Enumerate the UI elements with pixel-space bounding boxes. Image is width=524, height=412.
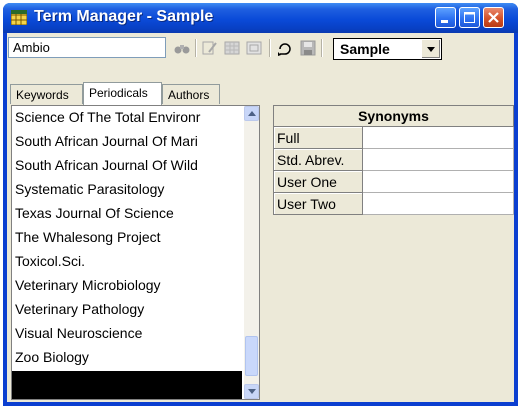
- scroll-up-button[interactable]: [244, 106, 259, 121]
- list-item[interactable]: South African Journal Of Mari: [15, 130, 198, 152]
- synonym-field-std-abrev[interactable]: [363, 149, 514, 171]
- list-item[interactable]: Systematic Parasitology: [15, 178, 164, 200]
- splitter[interactable]: [264, 105, 270, 400]
- title-bar[interactable]: Term Manager - Sample: [3, 3, 518, 33]
- tab-authors[interactable]: Authors: [162, 84, 220, 104]
- list-item[interactable]: Texas Journal Of Science: [15, 202, 174, 224]
- app-window: Term Manager - Sample Ambio Sample Keywo…: [3, 3, 518, 406]
- tab-keywords[interactable]: Keywords: [10, 84, 83, 104]
- periodicals-list[interactable]: Science Of The Total Environr South Afri…: [11, 105, 260, 400]
- list-item[interactable]: Visual Neuroscience: [15, 322, 142, 344]
- undo-icon[interactable]: [276, 39, 294, 57]
- binoculars-icon[interactable]: [173, 39, 191, 57]
- maximize-icon: [464, 12, 475, 23]
- toolbar-separator: [195, 39, 197, 57]
- list-item[interactable]: Zoo Biology: [15, 346, 89, 368]
- toolbar-separator: [269, 39, 271, 57]
- synonym-label-full: Full: [273, 127, 363, 149]
- app-grid-icon: [11, 10, 27, 25]
- selected-empty-row[interactable]: [12, 371, 242, 399]
- minimize-button[interactable]: [435, 7, 456, 28]
- list-item[interactable]: Veterinary Pathology: [15, 298, 144, 320]
- scroll-down-button[interactable]: [244, 384, 259, 399]
- edit-icon[interactable]: [201, 39, 219, 57]
- database-select-value: Sample: [340, 41, 390, 57]
- maximize-button[interactable]: [459, 7, 480, 28]
- synonym-label-user-two: User Two: [273, 193, 363, 215]
- synonyms-grid: Synonyms Full Std. Abrev. User One User …: [273, 105, 514, 400]
- chevron-up-icon: [248, 111, 256, 116]
- synonym-field-user-two[interactable]: [363, 193, 514, 215]
- database-select[interactable]: Sample: [333, 38, 442, 60]
- list-item[interactable]: Toxicol.Sci.: [15, 250, 85, 272]
- toolbar-separator: [321, 39, 323, 57]
- close-icon: [488, 12, 499, 23]
- save-icon[interactable]: [299, 39, 317, 57]
- list-item[interactable]: Veterinary Microbiology: [15, 274, 161, 296]
- synonym-field-full[interactable]: [363, 127, 514, 149]
- client-area: Sample Keywords Periodicals Authors Scie…: [7, 33, 514, 402]
- chevron-down-icon: [248, 389, 256, 394]
- list-item[interactable]: Science Of The Total Environr: [15, 106, 200, 128]
- list-item[interactable]: South African Journal Of Wild: [15, 154, 198, 176]
- search-input[interactable]: [8, 37, 166, 58]
- synonym-field-user-one[interactable]: [363, 171, 514, 193]
- close-button[interactable]: [483, 7, 504, 28]
- window-title: Term Manager - Sample: [34, 8, 214, 25]
- list-item[interactable]: The Whalesong Project: [15, 226, 161, 248]
- scroll-thumb[interactable]: [245, 336, 258, 376]
- list-scrollbar[interactable]: [244, 106, 259, 399]
- tab-periodicals[interactable]: Periodicals: [83, 82, 162, 105]
- synonym-label-user-one: User One: [273, 171, 363, 193]
- grid-icon[interactable]: [223, 39, 241, 57]
- chevron-down-icon[interactable]: [421, 40, 440, 58]
- replace-icon[interactable]: [245, 39, 263, 57]
- minimize-icon: [441, 20, 448, 23]
- synonyms-header: Synonyms: [273, 105, 514, 127]
- synonym-label-std-abrev: Std. Abrev.: [273, 149, 363, 171]
